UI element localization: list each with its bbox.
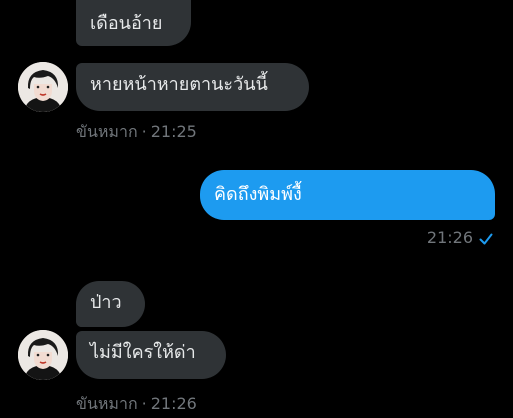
message-bubble-received[interactable]: เดือนอ้าย [76,0,191,46]
message-bubble-received[interactable]: หายหน้าหายตานะวันนี้ [76,63,309,111]
message-bubble-sent[interactable]: คิดถึงพิมพ์งื้ [200,170,495,220]
message-meta: 21:26 [427,228,493,250]
message-meta: ขันหมาก · 21:26 [76,392,197,417]
sender-name: ขันหมาก [76,394,138,413]
message-text: คิดถึงพิมพ์งื้ [214,184,302,205]
user-avatar-icon [18,62,68,112]
message-text: เดือนอ้าย [90,13,163,34]
message-bubble-received[interactable]: ไม่มีใครให้ด่า [76,331,226,379]
sender-name: ขันหมาก [76,122,138,141]
meta-separator: · [141,122,147,141]
message-meta: ขันหมาก · 21:25 [76,120,197,145]
avatar[interactable] [18,330,68,380]
message-text: ป่าว [90,292,122,313]
message-text: หายหน้าหายตานะวันนี้ [90,74,268,95]
message-time: 21:25 [150,122,197,141]
message-text: ไม่มีใครให้ด่า [90,342,196,363]
check-icon [479,231,493,250]
avatar[interactable] [18,62,68,112]
message-time: 21:26 [150,394,197,413]
message-bubble-received[interactable]: ป่าว [76,281,145,327]
user-avatar-icon [18,330,68,380]
message-time: 21:26 [426,228,473,247]
meta-separator: · [141,394,147,413]
